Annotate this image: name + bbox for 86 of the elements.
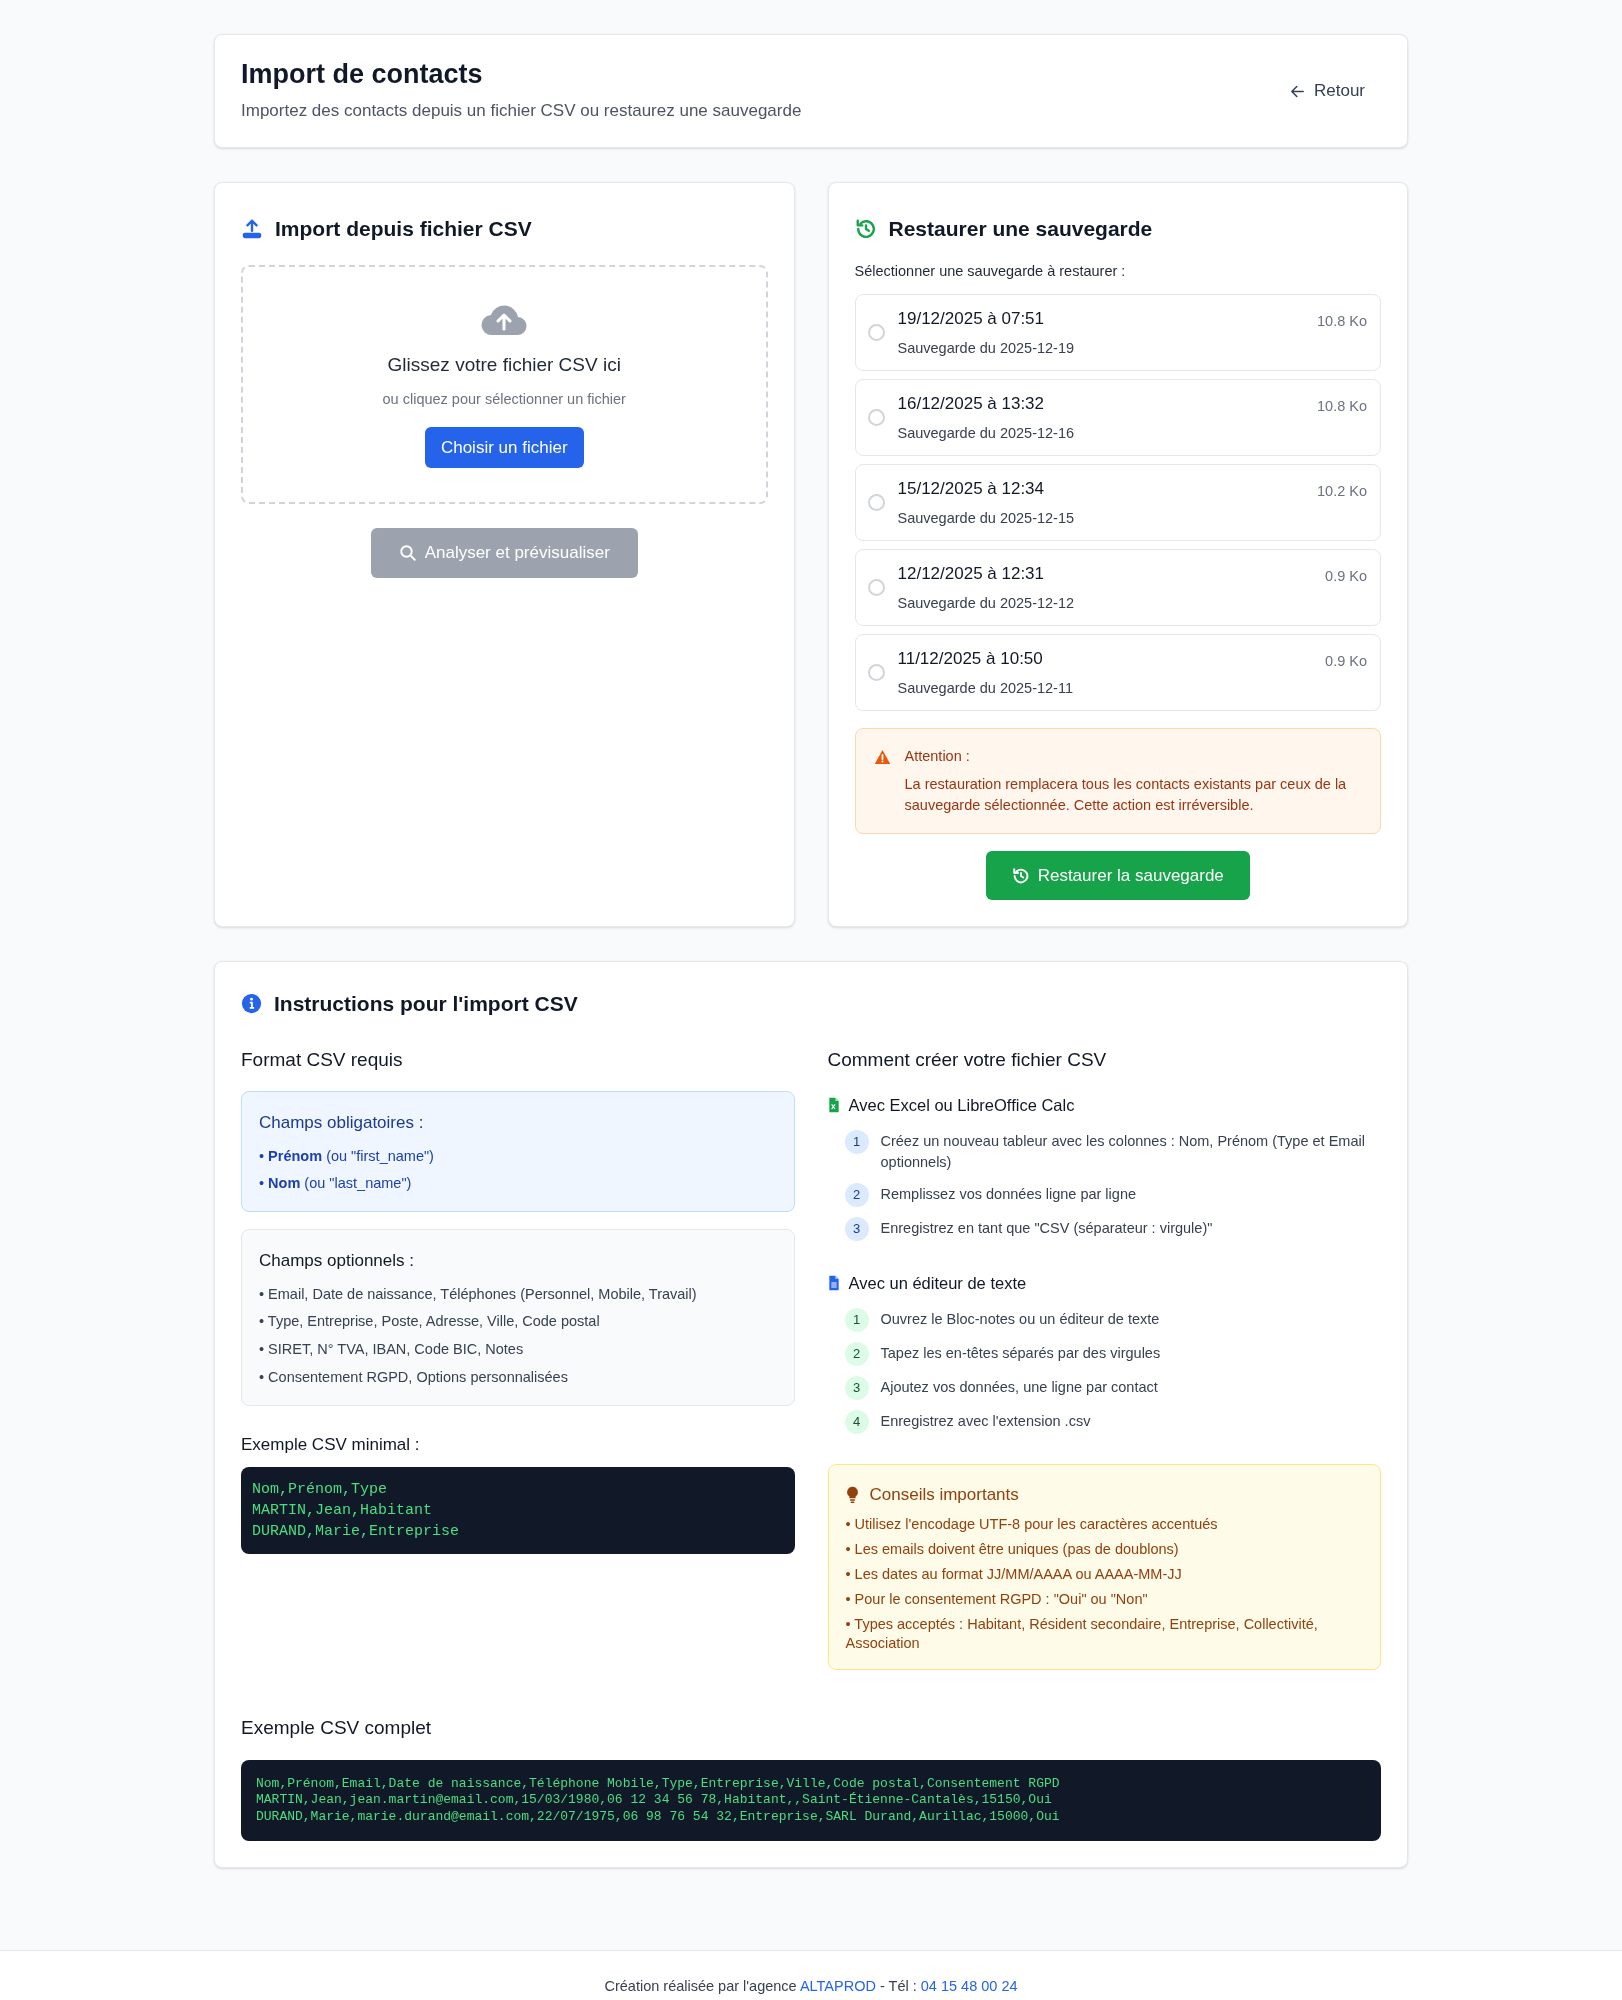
card-title: Import depuis fichier CSV bbox=[275, 216, 532, 242]
info-icon bbox=[241, 993, 262, 1015]
back-link[interactable]: Retour bbox=[1288, 78, 1365, 104]
radio-button[interactable] bbox=[867, 664, 885, 682]
field-item: • Type, Entreprise, Poste, Adresse, Ville, Code postal bbox=[259, 1312, 601, 1332]
radio-button[interactable] bbox=[867, 579, 885, 597]
backup-option[interactable]: 15/12/2025 à 12:34 Sauvegarde du 2025-12-15 10.2 Ko bbox=[854, 464, 1381, 542]
step-text: Enregistrez en tant que "CSV (séparateur : virgule)" bbox=[880, 1218, 1213, 1238]
history-icon bbox=[854, 217, 877, 240]
backup-date: 16/12/2025 à 13:32 bbox=[897, 393, 1046, 416]
step-number: 1 bbox=[844, 1129, 869, 1154]
tip-item: • Pour le consentement RGPD : "Oui" ou "Non" bbox=[845, 1590, 1149, 1609]
card-title: Restaurer une sauvegarde bbox=[888, 216, 1153, 242]
page-title: Import de contacts bbox=[241, 58, 484, 92]
backup-description: Sauvegarde du 2025-12-19 bbox=[897, 338, 1076, 358]
radio-button[interactable] bbox=[867, 409, 885, 427]
method-title: Avec Excel ou LibreOffice Calc bbox=[848, 1095, 1075, 1116]
step-number: 2 bbox=[844, 1341, 869, 1366]
step-number: 2 bbox=[844, 1182, 869, 1207]
field-item: • Prénom (ou "first_name") bbox=[259, 1146, 435, 1166]
backup-option[interactable]: 12/12/2025 à 12:31 Sauvegarde du 2025-12-12 0.9 Ko bbox=[854, 549, 1381, 627]
code-block: Nom,Prénom,Email,Date de naissance,Téléphone Mobile,Type,Entreprise,Ville,Code postal,Consentement RGPD MARTIN,Jean,jean.martin@email.com,15/03/1980,06 12 34 56 78,Habitant,,Saint-Étienne-Cantalès,15150,Oui DURAND,Marie,marie.durand@email.com,22/07/1975,06 98 76 54 32,Entreprise,SARL Durand,Aurillac,15000,Oui bbox=[241, 1759, 1381, 1841]
choose-file-button[interactable]: Choisir un fichier bbox=[424, 426, 584, 468]
card-title: Instructions pour l'import CSV bbox=[274, 991, 578, 1017]
step-number: 3 bbox=[844, 1375, 869, 1400]
warning-icon bbox=[873, 749, 891, 766]
backup-size: 10.2 Ko bbox=[1317, 482, 1367, 502]
backup-description: Sauvegarde du 2025-12-11 bbox=[897, 678, 1074, 698]
backup-option[interactable]: 19/12/2025 à 07:51 Sauvegarde du 2025-12-19 10.8 Ko bbox=[854, 294, 1381, 372]
backup-date: 11/12/2025 à 10:50 bbox=[897, 648, 1044, 671]
backup-date: 19/12/2025 à 07:51 bbox=[897, 308, 1046, 331]
section-heading: Format CSV requis bbox=[241, 1047, 404, 1072]
step-text: Remplissez vos données ligne par ligne bbox=[880, 1184, 1136, 1204]
backup-description: Sauvegarde du 2025-12-12 bbox=[897, 593, 1076, 613]
backup-size: 10.8 Ko bbox=[1317, 312, 1367, 332]
lightbulb-icon bbox=[845, 1485, 859, 1503]
box-title: Champs obligatoires : bbox=[259, 1112, 425, 1134]
step-text: Tapez les en-têtes séparés par des virgules bbox=[880, 1343, 1161, 1363]
box-title: Champs optionnels : bbox=[259, 1250, 415, 1272]
backup-date: 12/12/2025 à 12:31 bbox=[897, 563, 1046, 586]
field-item: • Consentement RGPD, Options personnalisées bbox=[259, 1367, 569, 1387]
backup-size: 0.9 Ko bbox=[1325, 652, 1367, 672]
step-text: Enregistrez avec l'extension .csv bbox=[880, 1411, 1091, 1431]
tip-item: • Les emails doivent être uniques (pas de doublons) bbox=[845, 1540, 1180, 1559]
radio-button[interactable] bbox=[867, 494, 885, 512]
backup-option[interactable]: 16/12/2025 à 13:32 Sauvegarde du 2025-12-16 10.8 Ko bbox=[854, 379, 1381, 457]
backup-option[interactable]: 11/12/2025 à 10:50 Sauvegarde du 2025-12-11 0.9 Ko bbox=[854, 634, 1381, 712]
field-item: • SIRET, N° TVA, IBAN, Code BIC, Notes bbox=[259, 1340, 525, 1359]
backup-description: Sauvegarde du 2025-12-15 bbox=[897, 508, 1076, 528]
phone-link[interactable]: 04 15 48 00 24 bbox=[920, 1977, 1018, 1994]
tip-item: • Types acceptés : Habitant, Résident secondaire, Entreprise, Collectivité, Association bbox=[845, 1615, 1319, 1653]
tip-item: • Les dates au format JJ/MM/AAAA ou AAAA-MM-JJ bbox=[845, 1565, 1183, 1584]
code-block: Nom,Prénom,Type MARTIN,Jean,Habitant DURAND,Marie,Entreprise bbox=[241, 1467, 795, 1554]
method-title: Avec un éditeur de texte bbox=[848, 1272, 1027, 1294]
footer-text: Création réalisée par l'agence ALTAPROD - Tél : 04 15 48 00 24 bbox=[604, 1976, 1018, 1996]
warning-message: La restauration remplacera tous les contacts existants par ceux de la sauvegarde sélectionnée. Cette action est irréversible. bbox=[904, 775, 1348, 815]
agency-link[interactable]: ALTAPROD bbox=[799, 1977, 876, 1994]
field-item: • Email, Date de naissance, Téléphones (Personnel, Mobile, Travail) bbox=[259, 1284, 698, 1304]
backup-prompt: Sélectionner une sauvegarde à restaurer : bbox=[854, 261, 1127, 281]
search-icon bbox=[398, 543, 417, 562]
step-number: 4 bbox=[844, 1409, 869, 1434]
backup-size: 10.8 Ko bbox=[1317, 397, 1367, 417]
backup-size: 0.9 Ko bbox=[1325, 567, 1367, 587]
upload-icon bbox=[241, 217, 263, 240]
step-number: 1 bbox=[844, 1307, 869, 1332]
step-number: 3 bbox=[844, 1216, 869, 1241]
history-icon bbox=[1011, 866, 1030, 885]
spreadsheet-file-icon bbox=[827, 1097, 840, 1114]
backup-date: 15/12/2025 à 12:34 bbox=[897, 478, 1046, 501]
drop-hint: ou cliquez pour sélectionner un fichier bbox=[382, 390, 626, 409]
tip-item: • Utilisez l'encodage UTF-8 pour les caractères accentués bbox=[845, 1515, 1219, 1534]
warning-title: Attention : bbox=[904, 747, 971, 767]
document-icon bbox=[827, 1275, 840, 1292]
drop-title: Glissez votre fichier CSV ici bbox=[387, 352, 621, 377]
example-label: Exemple CSV minimal : bbox=[241, 1433, 421, 1456]
backup-description: Sauvegarde du 2025-12-16 bbox=[897, 423, 1076, 443]
tips-title: Conseils importants bbox=[869, 1483, 1019, 1506]
drop-zone[interactable]: Glissez votre fichier CSV ici ou cliquez pour sélectionner un fichier Choisir un fichier bbox=[241, 264, 768, 504]
step-text: Ajoutez vos données, une ligne par contact bbox=[880, 1377, 1158, 1397]
field-item: • Nom (ou "last_name") bbox=[259, 1174, 413, 1194]
step-text: Créez un nouveau tableur avec les colonnes : Nom, Prénom (Type et Email optionnels) bbox=[880, 1131, 1366, 1172]
section-heading: Comment créer votre fichier CSV bbox=[827, 1047, 1108, 1072]
radio-button[interactable] bbox=[867, 324, 885, 342]
section-heading: Exemple CSV complet bbox=[241, 1716, 433, 1740]
page-subtitle: Importez des contacts depuis un fichier CSV ou restaurez une sauvegarde bbox=[241, 100, 802, 123]
step-text: Ouvrez le Bloc-notes ou un éditeur de texte bbox=[880, 1309, 1160, 1329]
